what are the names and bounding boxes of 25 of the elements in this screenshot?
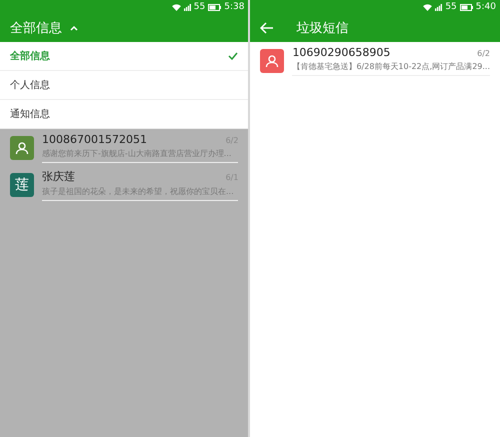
person-icon: [15, 140, 29, 154]
network-label: 55: [194, 2, 206, 12]
signal-icon: [184, 4, 191, 10]
wifi-icon: [423, 4, 432, 10]
battery-icon: [208, 4, 222, 10]
battery-icon: [460, 4, 473, 10]
avatar-letter: 莲: [15, 176, 29, 194]
message-date: 6/2: [477, 48, 490, 58]
status-time: 5:40: [476, 2, 496, 12]
screen-title: 全部信息: [10, 20, 62, 37]
status-time: 5:38: [224, 2, 244, 12]
wifi-icon: [172, 4, 181, 10]
signal-icon: [435, 4, 442, 10]
screen-title: 垃圾短信: [296, 20, 348, 37]
message-sender: 张庆莲: [42, 168, 75, 184]
message-preview: 孩子是祖国的花朵，是未来的希望，祝愿你的宝贝在...: [42, 186, 235, 196]
message-preview: 【肯德基宅急送】6/28前每天10-22点,网订产品满29...: [292, 60, 490, 72]
message-sender: 10690290658905: [292, 46, 390, 58]
back-button[interactable]: [260, 22, 274, 34]
check-icon: [228, 52, 238, 60]
network-label: 55: [445, 2, 457, 12]
message-preview: 感谢您前来历下-旗舰店-山大南路直营店营业厅办理...: [42, 148, 232, 158]
message-sender: 100867001572051: [42, 132, 147, 146]
person-icon: [265, 54, 280, 68]
caret-icon[interactable]: [70, 25, 78, 31]
